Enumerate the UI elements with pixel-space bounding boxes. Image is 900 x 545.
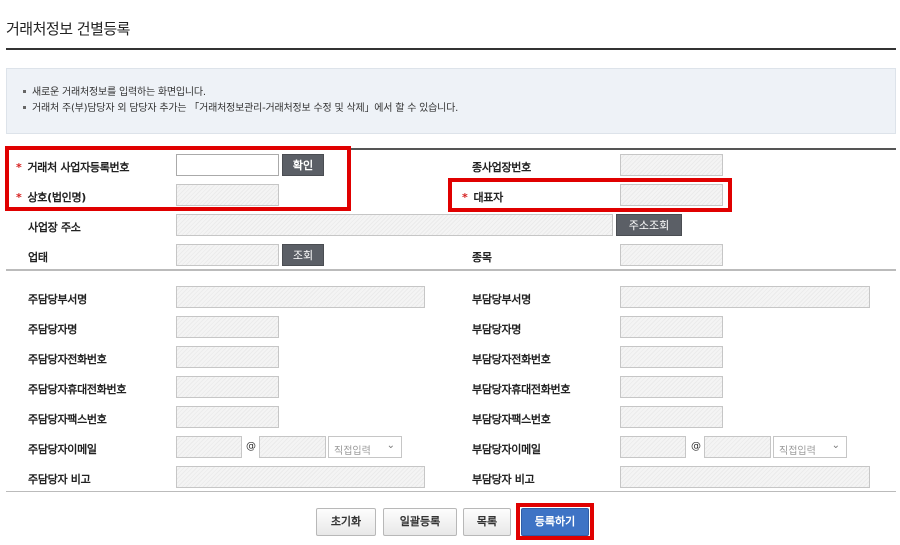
form-row: 업태 조회 종목	[6, 240, 896, 270]
sub-dept-label: 부담당부서명	[472, 293, 531, 306]
main-fax-input[interactable]	[176, 406, 279, 428]
sub-mobile-label: 부담당자휴대전화번호	[472, 383, 571, 396]
sub-phone-input[interactable]	[620, 346, 723, 368]
address-input[interactable]	[176, 214, 613, 236]
form-row: 사업장 주소 주소조회	[6, 210, 896, 240]
main-name-input[interactable]	[176, 316, 279, 338]
sub-dept-input[interactable]	[620, 286, 870, 308]
form-row: 주담당자 비고 부담당자 비고	[6, 462, 896, 492]
form-row: 주담당자이메일 @ 직접입력 ⌄ 부담당자이메일 @ 직접입력 ⌄	[6, 432, 896, 462]
business-type-label: 업태	[28, 251, 48, 264]
notice-text: 거래처 주(부)담당자 외 담당자 추가는 「거래처정보관리-거래처정보 수정 …	[32, 103, 459, 114]
sub-email-label: 부담당자이메일	[472, 443, 541, 456]
form-row: 상호(법인명) 대표자	[6, 180, 896, 210]
representative-label: 대표자	[462, 189, 503, 205]
sub-note-label: 부담당자 비고	[472, 473, 535, 486]
sub-email-domain-input[interactable]	[704, 436, 771, 458]
reset-button[interactable]: 초기화	[316, 508, 376, 536]
address-search-button[interactable]: 주소조회	[616, 214, 682, 236]
sub-name-input[interactable]	[620, 316, 723, 338]
sub-biz-no-input[interactable]	[620, 154, 723, 176]
form-row: 주담당자휴대전화번호 부담당자휴대전화번호	[6, 372, 896, 402]
sub-fax-input[interactable]	[620, 406, 723, 428]
form-row: 거래처 사업자등록번호 확인 종사업장번호	[6, 150, 896, 180]
registration-form: 거래처 사업자등록번호 확인 종사업장번호 상호(법인명) 대표자 사업장 주소…	[6, 148, 896, 492]
main-email-label: 주담당자이메일	[28, 443, 97, 456]
form-row: 주담당자명 부담당자명	[6, 312, 896, 342]
company-name-input[interactable]	[176, 184, 279, 206]
sub-email-id-input[interactable]	[620, 436, 686, 458]
section-spacer	[6, 270, 896, 282]
notice-box: 새로운 거래처정보를 입력하는 화면입니다. 거래처 주(부)담당자 외 담당자…	[6, 68, 896, 134]
select-value: 직접입력	[779, 446, 816, 457]
form-row: 주담당자전화번호 부담당자전화번호	[6, 342, 896, 372]
main-phone-label: 주담당자전화번호	[28, 353, 107, 366]
action-bar: 초기화 일괄등록 목록 등록하기	[0, 508, 900, 538]
main-email-domain-select[interactable]: 직접입력 ⌄	[328, 436, 402, 458]
business-type-input[interactable]	[176, 244, 279, 266]
title-divider	[6, 48, 896, 50]
main-mobile-label: 주담당자휴대전화번호	[28, 383, 127, 396]
notice-line: 새로운 거래처정보를 입력하는 화면입니다.	[23, 85, 895, 101]
chevron-down-icon: ⌄	[831, 440, 840, 451]
main-dept-input[interactable]	[176, 286, 425, 308]
notice-text: 새로운 거래처정보를 입력하는 화면입니다.	[32, 87, 206, 98]
biz-reg-no-input[interactable]	[176, 154, 279, 176]
sub-fax-label: 부담당자팩스번호	[472, 413, 551, 426]
business-type-search-button[interactable]: 조회	[282, 244, 324, 266]
sub-phone-label: 부담당자전화번호	[472, 353, 551, 366]
main-email-domain-input[interactable]	[259, 436, 326, 458]
chevron-down-icon: ⌄	[386, 440, 395, 451]
main-phone-input[interactable]	[176, 346, 279, 368]
sub-note-input[interactable]	[620, 466, 870, 488]
select-value: 직접입력	[334, 446, 371, 457]
biz-reg-no-label: 거래처 사업자등록번호	[16, 159, 129, 175]
sub-email-domain-select[interactable]: 직접입력 ⌄	[773, 436, 847, 458]
page-title: 거래처정보 건별등록	[6, 20, 130, 38]
sub-mobile-input[interactable]	[620, 376, 723, 398]
main-dept-label: 주담당부서명	[28, 293, 87, 306]
bullet-icon	[23, 89, 26, 93]
business-item-label: 종목	[472, 251, 492, 264]
at-symbol: @	[246, 441, 256, 452]
bulk-register-button[interactable]: 일괄등록	[383, 508, 457, 536]
sub-name-label: 부담당자명	[472, 323, 522, 336]
bullet-icon	[23, 105, 26, 109]
register-button[interactable]: 등록하기	[521, 508, 589, 536]
representative-input[interactable]	[620, 184, 723, 206]
company-name-label: 상호(법인명)	[16, 189, 86, 205]
confirm-button[interactable]: 확인	[282, 154, 324, 176]
form-row: 주담당부서명 부담당부서명	[6, 282, 896, 312]
main-mobile-input[interactable]	[176, 376, 279, 398]
at-symbol: @	[691, 441, 701, 452]
business-item-input[interactable]	[620, 244, 723, 266]
sub-biz-no-label: 종사업장번호	[472, 161, 531, 174]
main-email-id-input[interactable]	[176, 436, 242, 458]
main-note-input[interactable]	[176, 466, 425, 488]
list-button[interactable]: 목록	[463, 508, 511, 536]
main-fax-label: 주담당자팩스번호	[28, 413, 107, 426]
address-label: 사업장 주소	[28, 221, 81, 234]
main-note-label: 주담당자 비고	[28, 473, 91, 486]
main-name-label: 주담당자명	[28, 323, 78, 336]
notice-line: 거래처 주(부)담당자 외 담당자 추가는 「거래처정보관리-거래처정보 수정 …	[23, 101, 895, 117]
form-row: 주담당자팩스번호 부담당자팩스번호	[6, 402, 896, 432]
